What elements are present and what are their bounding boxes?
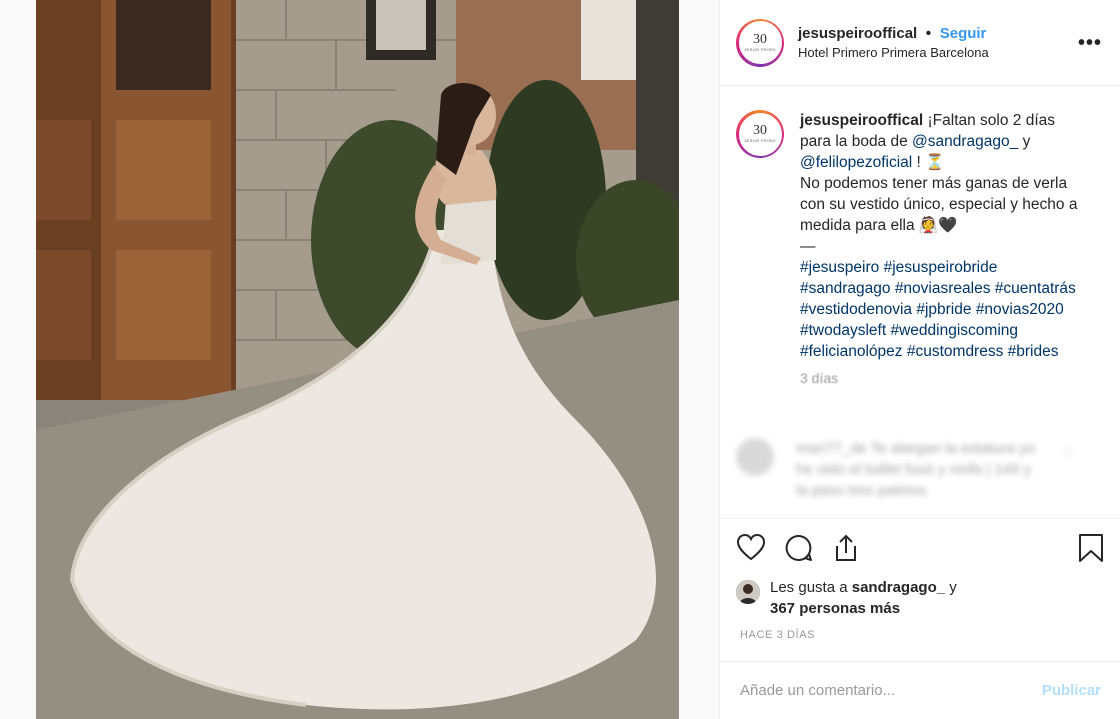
more-options-icon[interactable]: ••• — [1078, 32, 1102, 55]
hashtag-link[interactable]: #twodaysleft — [800, 322, 886, 339]
bride-photo-illustration — [36, 0, 679, 719]
hashtag-list: #jesuspeiro #jesuspeirobride #sandragago… — [800, 259, 1076, 360]
hashtag-link[interactable]: #weddingiscoming — [890, 322, 1018, 339]
hashtag-link[interactable]: #felicianolópez — [800, 343, 903, 360]
likes-conjunction: y — [949, 579, 957, 596]
add-comment-bar: Publicar — [720, 661, 1120, 719]
header-username[interactable]: jesuspeirooffical — [798, 25, 917, 42]
caption-avatar-inner: 30 JESUS PEIRO — [738, 112, 782, 156]
bookmark-icon[interactable] — [1078, 533, 1104, 568]
mention-link[interactable]: @sandragago_ — [912, 133, 1018, 150]
caption-avatar-number: 30 — [753, 123, 767, 138]
likes-prefix: Les gusta a — [770, 579, 848, 596]
hashtag-link[interactable]: #sandragago — [800, 280, 891, 297]
caption-row: 30 JESUS PEIRO jesuspeirooffical ¡Faltan… — [736, 110, 1104, 362]
hashtag-link[interactable]: #jpbride — [916, 301, 971, 318]
caption-dash: — — [800, 238, 816, 255]
likes-summary: Les gusta a sandragago_ y 367 personas m… — [720, 577, 1120, 619]
action-bar — [720, 519, 1120, 579]
account-avatar[interactable]: 30 JESUS PEIRO — [736, 18, 784, 67]
comment-input[interactable] — [740, 682, 1042, 699]
caption-time: 3 días — [800, 370, 839, 386]
like-heart-icon[interactable] — [736, 533, 784, 567]
blurred-comment-text: mari77_de Te alargan la estatura yo he o… — [796, 440, 1036, 499]
avatar-logo-number: 30 — [753, 31, 767, 47]
location-link[interactable]: Hotel Primero Primera Barcelona — [798, 43, 989, 62]
blurred-comment: mari77_de Te alargan la estatura yo he o… — [736, 438, 1096, 501]
likes-text: Les gusta a sandragago_ y 367 personas m… — [770, 577, 957, 619]
caption-text-2: y — [1022, 133, 1031, 150]
caption-username[interactable]: jesuspeirooffical — [800, 112, 923, 129]
hashtag-link[interactable]: #novias2020 — [976, 301, 1064, 318]
hashtag-link[interactable]: #jesuspeirobride — [884, 259, 998, 276]
header-separator: • — [925, 24, 932, 42]
caption-avatar-text: JESUS PEIRO — [744, 138, 776, 143]
post-sidebar: 30 JESUS PEIRO jesuspeirooffical • Segui… — [719, 0, 1120, 719]
hashtag-link[interactable]: #brides — [1008, 343, 1059, 360]
hashtag-link[interactable]: #cuentatrás — [995, 280, 1076, 297]
commenter-avatar — [736, 438, 774, 476]
hashtag-link[interactable]: #customdress — [907, 343, 1003, 360]
liker-username[interactable]: sandragago_ — [852, 579, 945, 596]
post-photo[interactable] — [36, 0, 679, 719]
mention-link[interactable]: @felilopezoficial — [800, 154, 912, 171]
follow-button[interactable]: Seguir — [940, 25, 987, 42]
avatar-inner: 30 JESUS PEIRO — [738, 21, 782, 64]
comments-section[interactable]: 30 JESUS PEIRO jesuspeirooffical ¡Faltan… — [720, 86, 1120, 519]
caption-text-3: ! ⏳ — [916, 154, 945, 171]
caption-text: jesuspeirooffical ¡Faltan solo 2 días pa… — [800, 110, 1090, 362]
liker-avatar[interactable] — [736, 580, 760, 604]
share-icon[interactable] — [832, 533, 880, 567]
hashtag-link[interactable]: #noviasreales — [895, 280, 991, 297]
post-header: 30 JESUS PEIRO jesuspeirooffical • Segui… — [720, 0, 1120, 86]
publish-button[interactable]: Publicar — [1042, 682, 1101, 699]
post-timestamp[interactable]: HACE 3 DÍAS — [720, 619, 1120, 641]
photo-area — [0, 0, 719, 719]
header-text: jesuspeirooffical • Seguir Hotel Primero… — [798, 24, 989, 62]
comment-bubble-icon[interactable] — [784, 533, 832, 567]
hashtag-link[interactable]: #jesuspeiro — [800, 259, 879, 276]
comment-heart-icon[interactable]: ♡ — [1062, 446, 1076, 462]
avatar-logo-text: JESUS PEIRO — [744, 46, 776, 52]
hashtag-link[interactable]: #vestidodenovia — [800, 301, 912, 318]
caption-avatar[interactable]: 30 JESUS PEIRO — [736, 110, 784, 158]
caption-body: No podemos tener más ganas de verla con … — [800, 175, 1078, 234]
likes-count[interactable]: 367 personas más — [770, 600, 900, 617]
